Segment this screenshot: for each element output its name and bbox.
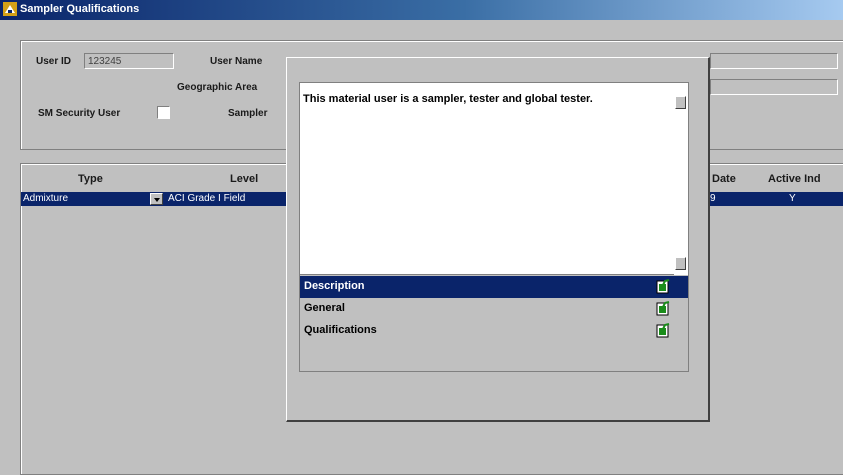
edit-check-icon[interactable] — [656, 279, 671, 294]
column-header-active-ind[interactable]: Active Ind — [768, 173, 821, 185]
edit-check-icon[interactable] — [656, 301, 671, 316]
user-name-field[interactable] — [710, 53, 838, 69]
popup-item-qualifications[interactable]: Qualifications — [300, 320, 688, 342]
scroll-down-button[interactable] — [675, 257, 686, 270]
column-header-level[interactable]: Level — [230, 173, 258, 185]
popup-item-label: General — [304, 302, 345, 314]
cell-date[interactable]: 9 — [710, 192, 750, 206]
user-id-field[interactable]: 123245 — [84, 53, 174, 69]
sm-security-user-checkbox[interactable] — [157, 106, 170, 119]
geographic-area-field[interactable] — [710, 79, 838, 95]
sm-security-user-label: SM Security User — [38, 108, 121, 119]
cell-active-ind[interactable]: Y — [789, 192, 809, 206]
popup-item-description[interactable]: Description — [300, 276, 688, 298]
cell-level[interactable]: ACI Grade I Field — [168, 192, 286, 206]
sampler-label: Sampler — [228, 108, 268, 119]
user-id-label: User ID — [36, 56, 72, 67]
table-row[interactable]: Admixture ACI Grade I Field — [21, 192, 287, 206]
geographic-area-label: Geographic Area — [177, 82, 258, 93]
description-popup: This material user is a sampler, tester … — [286, 57, 710, 422]
popup-content-frame: This material user is a sampler, tester … — [299, 82, 689, 372]
column-header-date[interactable]: Date — [712, 173, 736, 185]
table-row-right[interactable]: 9 Y — [708, 192, 843, 206]
user-name-label: User Name — [210, 56, 263, 67]
popup-item-label: Description — [304, 280, 365, 292]
type-dropdown-button[interactable] — [150, 193, 163, 205]
popup-item-label: Qualifications — [304, 324, 377, 336]
cell-type[interactable]: Admixture — [23, 192, 143, 206]
description-text: This material user is a sampler, tester … — [303, 93, 593, 105]
scroll-up-button[interactable] — [675, 96, 686, 109]
edit-check-icon[interactable] — [656, 323, 671, 338]
popup-item-general[interactable]: General — [300, 298, 688, 320]
app-icon — [3, 2, 17, 16]
window-title: Sampler Qualifications — [20, 3, 140, 15]
description-scrollbar[interactable] — [674, 83, 688, 275]
window-titlebar: Sampler Qualifications — [0, 0, 843, 20]
column-header-type[interactable]: Type — [78, 173, 103, 185]
chevron-down-icon — [154, 198, 160, 202]
description-textarea[interactable]: This material user is a sampler, tester … — [300, 83, 688, 275]
